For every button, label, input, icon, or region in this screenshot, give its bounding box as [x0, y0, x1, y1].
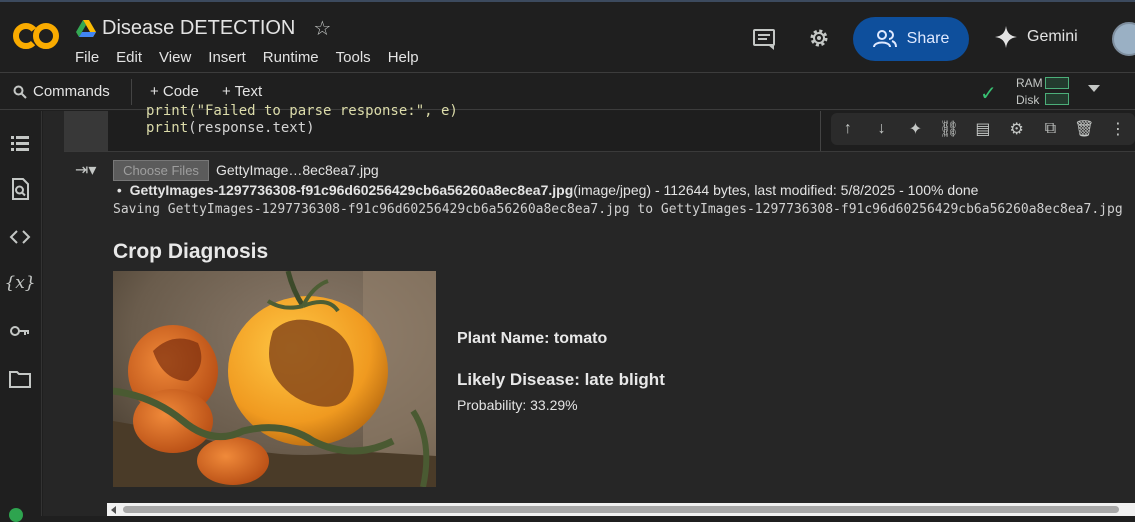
- ram-meter: [1045, 77, 1069, 89]
- resource-indicator[interactable]: RAM Disk: [1016, 75, 1043, 109]
- user-avatar[interactable]: [1112, 22, 1135, 56]
- uploaded-file-meta: (image/jpeg) - 112644 bytes, last modifi…: [573, 182, 979, 198]
- move-down-icon[interactable]: ↓: [871, 120, 893, 138]
- move-up-icon[interactable]: ↑: [837, 120, 859, 138]
- menu-file[interactable]: File: [75, 49, 99, 66]
- tomato-photo: [113, 271, 436, 487]
- colab-logo[interactable]: [12, 18, 60, 54]
- connected-check-icon: ✓: [980, 83, 997, 105]
- share-label: Share: [906, 30, 950, 47]
- people-icon: [872, 30, 897, 48]
- header-bar: Disease DETECTION ☆ File Edit View Inser…: [0, 0, 1135, 72]
- more-options-icon[interactable]: ⋮: [1107, 119, 1129, 139]
- gemini-button[interactable]: Gemini: [995, 26, 1078, 48]
- horizontal-scrollbar[interactable]: [107, 503, 1135, 516]
- plant-name-result: Plant Name: tomato: [457, 330, 608, 347]
- commands-label: Commands: [33, 83, 110, 100]
- search-icon: [13, 85, 27, 99]
- comment-icon[interactable]: [752, 28, 776, 50]
- drive-icon[interactable]: [76, 19, 96, 38]
- star-icon[interactable]: ☆: [313, 16, 331, 41]
- add-text-button[interactable]: + Text: [222, 83, 262, 100]
- uploaded-file-name: GettyImages-1297736308-f91c96d60256429cb…: [129, 182, 574, 198]
- add-code-button[interactable]: + Code: [150, 83, 199, 100]
- uploaded-file-info: • GettyImages-1297736308-f91c96d60256429…: [113, 182, 979, 198]
- notebook-area: print("Failed to parse response:", e) pr…: [43, 103, 1135, 516]
- disk-meter: [1045, 93, 1069, 105]
- code-snippets-icon[interactable]: [8, 225, 32, 249]
- gemini-sparkle-icon: [995, 26, 1017, 48]
- menu-runtime[interactable]: Runtime: [263, 49, 319, 66]
- settings-gear-icon[interactable]: ⚙: [1006, 119, 1028, 139]
- notebook-title[interactable]: Disease DETECTION: [102, 17, 295, 40]
- secrets-key-icon[interactable]: [8, 319, 32, 343]
- cell-output: ⇥▾ Choose Files GettyImage…8ec8ea7.jpg •…: [64, 151, 1135, 516]
- choose-files-button[interactable]: Choose Files: [113, 160, 209, 181]
- code-args: (response.text): [188, 120, 315, 136]
- table-of-contents-icon[interactable]: [8, 131, 32, 155]
- toolbar-divider: [131, 79, 132, 105]
- crop-diagnosis-heading: Crop Diagnosis: [113, 240, 269, 263]
- folder-icon[interactable]: [8, 367, 32, 391]
- main-menu: File Edit View Insert Runtime Tools Help: [75, 49, 419, 66]
- menu-insert[interactable]: Insert: [208, 49, 246, 66]
- delete-icon[interactable]: 🗑: [1073, 119, 1095, 139]
- runtime-dropdown-icon[interactable]: [1088, 85, 1100, 92]
- chosen-file-name: GettyImage…8ec8ea7.jpg: [216, 162, 379, 178]
- find-icon[interactable]: [8, 177, 32, 201]
- link-icon[interactable]: ⛓: [938, 119, 960, 139]
- cell-run-gutter[interactable]: [64, 111, 108, 151]
- menu-edit[interactable]: Edit: [116, 49, 142, 66]
- mirror-cell-icon[interactable]: ⧉: [1039, 120, 1061, 138]
- bullet: •: [113, 182, 130, 198]
- share-button[interactable]: Share: [853, 17, 969, 61]
- variables-icon[interactable]: {x}: [4, 271, 35, 295]
- status-dot: [9, 508, 23, 522]
- gemini-sparkle-icon[interactable]: ✦: [904, 119, 926, 139]
- probability-result: Probability: 33.29%: [457, 397, 578, 413]
- gemini-label: Gemini: [1027, 28, 1078, 45]
- scroll-left-icon[interactable]: [111, 506, 116, 514]
- comment-icon[interactable]: ▤: [972, 119, 994, 139]
- code-line: print("Failed to parse response:", e): [146, 103, 458, 119]
- saving-message: Saving GettyImages-1297736308-f91c96d602…: [113, 202, 1123, 217]
- commands-button[interactable]: Commands: [13, 83, 110, 100]
- left-sidebar: {x}: [0, 111, 42, 516]
- scrollbar-thumb[interactable]: [123, 506, 1119, 513]
- cell-toolbar: ↑ ↓ ✦ ⛓ ▤ ⚙ ⧉ 🗑 ⋮: [831, 113, 1135, 145]
- menu-help[interactable]: Help: [388, 49, 419, 66]
- likely-disease-result: Likely Disease: late blight: [457, 370, 665, 389]
- menu-tools[interactable]: Tools: [336, 49, 371, 66]
- code-line: print(response.text): [146, 120, 315, 136]
- disk-label: Disk: [1016, 93, 1040, 107]
- menu-view[interactable]: View: [159, 49, 191, 66]
- settings-gear-icon[interactable]: [807, 26, 831, 50]
- code-function: print: [146, 120, 189, 136]
- output-actions-icon[interactable]: ⇥▾: [75, 160, 96, 180]
- ram-label: RAM: [1016, 76, 1043, 90]
- editor-ruler: [820, 111, 821, 151]
